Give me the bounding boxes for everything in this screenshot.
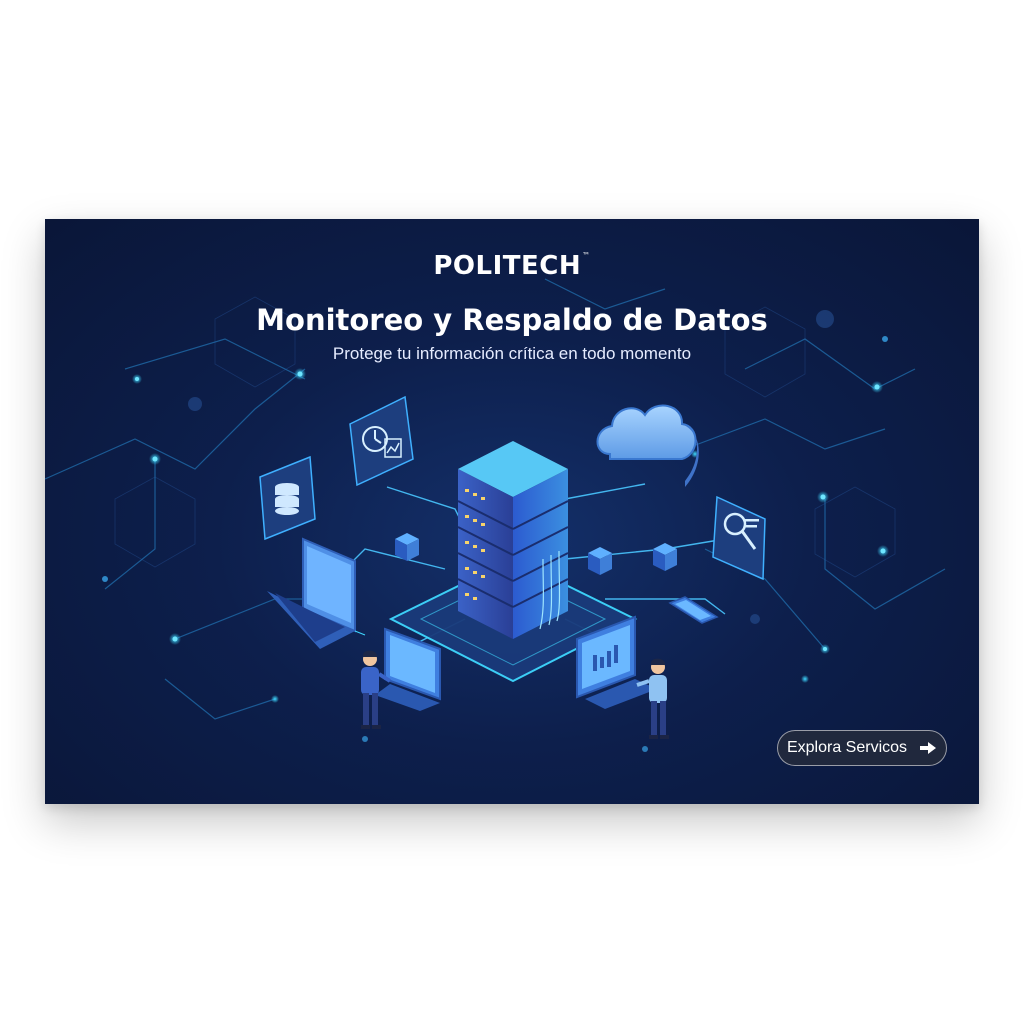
page-title: Monitoreo y Respaldo de Datos [256, 303, 768, 337]
database-icon [259, 455, 316, 541]
brand-name: POLITECH [433, 251, 582, 281]
hero-banner: POLITECH™ Monitoreo y Respaldo de Datos … [45, 219, 979, 804]
laptop-icon [267, 537, 366, 649]
brand-logo: POLITECH™ [45, 251, 979, 281]
arrow-right-icon [920, 742, 937, 754]
clock-chart-icon [349, 395, 414, 487]
page-subtitle: Protege tu información crítica en todo m… [332, 344, 692, 363]
monitor-icon [375, 627, 441, 711]
person-icon [636, 658, 669, 739]
explore-services-label: Explora Servicos [786, 739, 908, 756]
phone-icon [668, 596, 719, 624]
explore-services-button[interactable]: Explora Servicos [777, 730, 947, 766]
trademark-mark: ™ [582, 251, 591, 260]
search-document-icon [712, 495, 766, 581]
cloud-icon [596, 404, 699, 487]
server-rack-icon [457, 441, 569, 639]
